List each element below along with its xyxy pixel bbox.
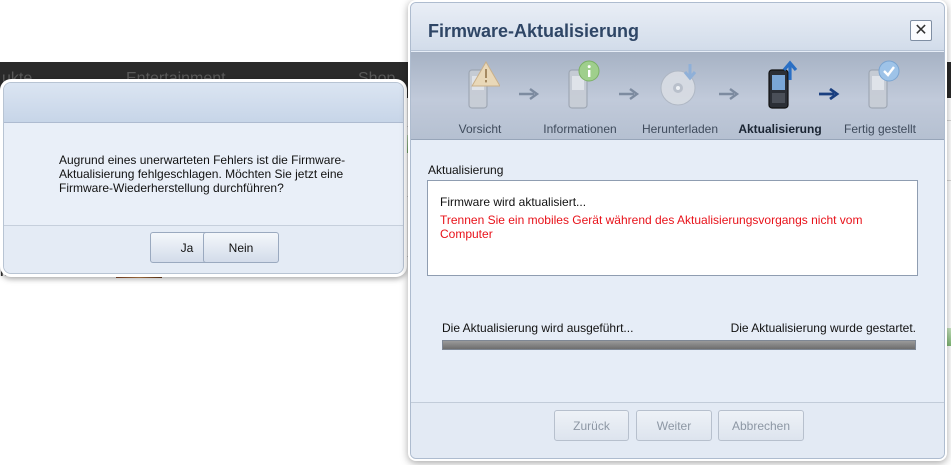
step-label: Fertig gestellt [843,122,917,136]
dialog-title: Firmware-Aktualisierung [428,21,640,41]
no-button[interactable]: Nein [203,232,279,263]
step-label: Informationen [543,122,617,136]
wizard-steps: Vorsicht Informationen Herunterladen Akt… [411,52,944,140]
back-button[interactable]: Zurück [554,410,629,441]
download-disc-icon [660,64,697,106]
progress-status-right: Die Aktualisierung wurde gestartet. [730,321,916,335]
error-dialog-header [4,83,403,123]
dialog-footer: Zurück Weiter Abbrechen [411,402,944,458]
section-label: Aktualisierung [428,163,504,177]
progress-bar [442,340,916,350]
progress-status-left: Die Aktualisierung wird ausgeführt... [442,321,634,335]
step-herunterladen: Herunterladen [630,52,730,140]
close-icon[interactable]: ✕ [910,20,932,41]
status-message-box: Firmware wird aktualisiert... Trennen Si… [427,180,918,276]
done-phone-icon [868,60,900,109]
next-button[interactable]: Weiter [636,410,712,441]
error-dialog-footer: Ja Nein [4,225,403,273]
step-vorsicht: Vorsicht [430,52,530,140]
warning-line: Trennen Sie ein mobiles Gerät während de… [440,213,863,241]
info-phone-icon [568,60,600,109]
step-fertig-gestellt: Fertig gestellt [830,52,930,140]
step-informationen: Informationen [530,52,630,140]
step-label: Aktualisierung [738,122,822,136]
step-label: Vorsicht [458,122,502,136]
step-label: Herunterladen [641,122,719,136]
error-message: Augrund eines unerwarteten Fehlers ist d… [59,153,346,195]
dialog-title-bar: Firmware-Aktualisierung ✕ [411,3,944,51]
step-aktualisierung: Aktualisierung [730,52,830,140]
progress-bar-fill [443,341,915,349]
warning-phone-icon [468,61,500,109]
update-phone-icon [768,60,798,109]
firmware-update-dialog: Firmware-Aktualisierung ✕ Vorsicht Infor… [410,2,945,459]
error-dialog: Augrund eines unerwarteten Fehlers ist d… [3,82,404,274]
cancel-button[interactable]: Abbrechen [718,410,804,441]
status-line: Firmware wird aktualisiert... [440,195,587,209]
